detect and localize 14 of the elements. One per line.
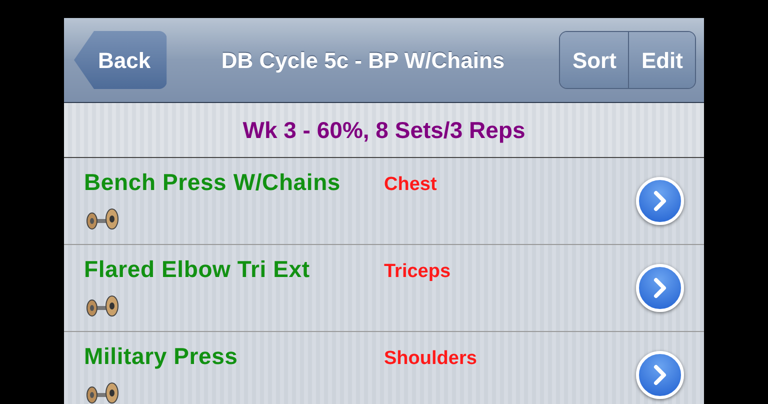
exercise-name: Flared Elbow Tri Ext: [84, 254, 311, 284]
exercise-name: Military Press: [84, 342, 239, 371]
detail-disclosure-button[interactable]: [636, 351, 684, 399]
muscle-group: Chest: [384, 170, 437, 200]
exercise-name: Bench Press W/Chains: [84, 168, 342, 197]
detail-disclosure-button[interactable]: [636, 264, 684, 312]
muscle-group: Triceps: [384, 258, 451, 286]
back-button[interactable]: Back: [74, 31, 167, 89]
section-header: Wk 3 - 60%, 8 Sets/3 Reps: [64, 103, 704, 158]
nav-title: DB Cycle 5c - BP W/Chains: [220, 46, 506, 75]
toolbar-button[interactable]: Edit: [628, 32, 695, 88]
muscle-group: Shoulders: [384, 344, 477, 374]
toolbar-button[interactable]: Sort: [560, 32, 628, 88]
detail-disclosure-button[interactable]: [636, 177, 684, 225]
